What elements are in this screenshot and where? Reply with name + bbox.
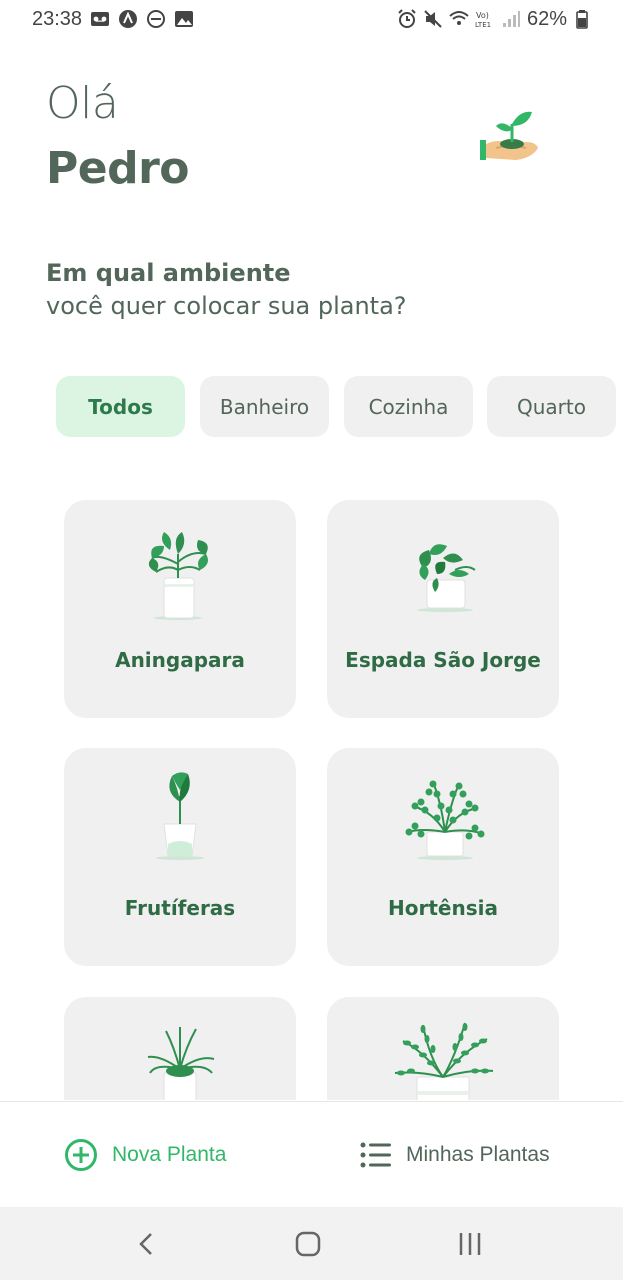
tab-label: Nova Planta: [112, 1143, 227, 1166]
tab-label: Minhas Plantas: [406, 1143, 550, 1166]
plant-card-spider[interactable]: [64, 997, 296, 1100]
plant-card-fern[interactable]: [327, 997, 559, 1100]
back-icon[interactable]: [130, 1227, 164, 1261]
frutiferas-plant-icon: [130, 762, 230, 872]
aningapara-plant-icon: [130, 514, 230, 624]
recent-apps-icon[interactable]: [453, 1227, 487, 1261]
plant-card-espada-sao-jorge[interactable]: Espada São Jorge: [327, 500, 559, 718]
plant-name: Frutíferas: [124, 896, 236, 920]
system-navigation-bar: [0, 1207, 623, 1280]
plant-card-hortensia[interactable]: Hortênsia: [327, 748, 559, 966]
home-icon[interactable]: [291, 1227, 325, 1261]
bottom-tab-bar: Nova Planta Minhas Plantas: [0, 1101, 623, 1207]
tab-nova-planta[interactable]: Nova Planta: [64, 1102, 226, 1208]
spider-plant-icon: [130, 1011, 230, 1100]
plant-name: Aningapara: [115, 648, 245, 672]
plant-grid: Aningapara Espada São Jorge Frutíferas H…: [0, 0, 623, 1100]
plant-card-aningapara[interactable]: Aningapara: [64, 500, 296, 718]
fern-plant-icon: [393, 1011, 496, 1100]
plant-name: Espada São Jorge: [345, 648, 541, 672]
add-circle-icon: [64, 1138, 98, 1172]
plant-card-frutiferas[interactable]: Frutíferas: [64, 748, 296, 966]
tab-minhas-plantas[interactable]: Minhas Plantas: [360, 1102, 550, 1208]
plant-name: Hortênsia: [388, 896, 498, 920]
list-icon: [360, 1141, 392, 1169]
hortensia-plant-icon: [393, 762, 493, 872]
espada-sao-jorge-plant-icon: [393, 514, 493, 624]
